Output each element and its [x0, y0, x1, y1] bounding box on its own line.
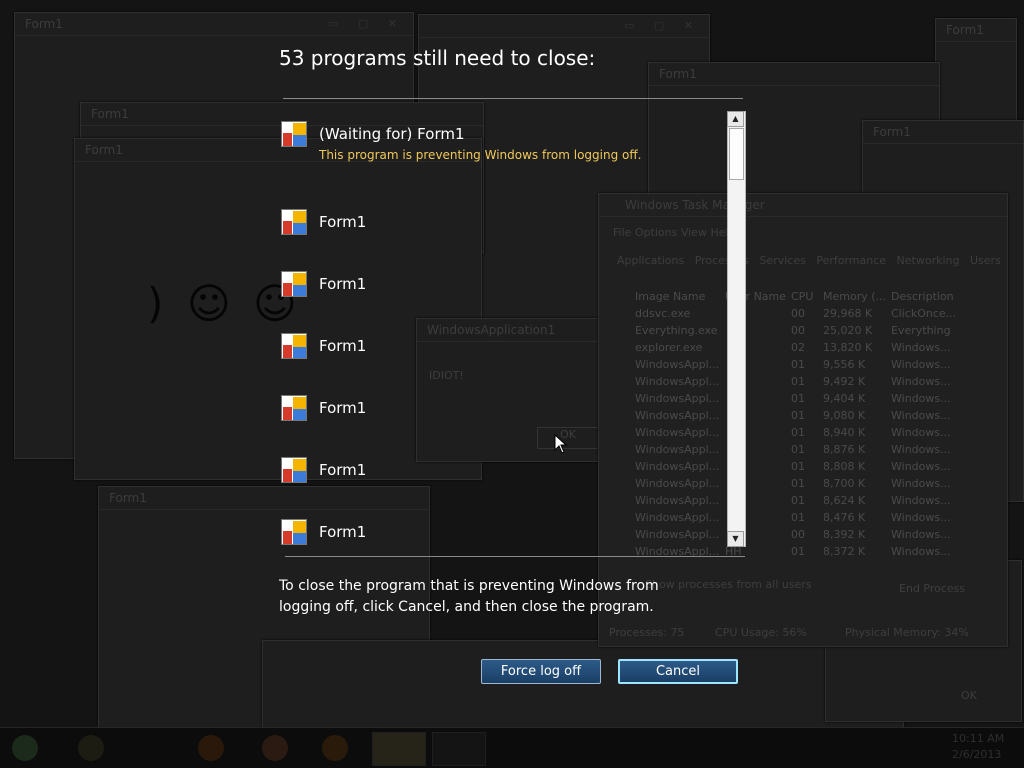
- mouse-cursor-icon: [554, 434, 568, 454]
- program-list-item[interactable]: Form1: [279, 457, 367, 485]
- taskbar-app-button: [432, 732, 486, 766]
- bottom-divider: [285, 556, 745, 557]
- program-list-scrollbar[interactable]: ▲ ▼: [727, 111, 746, 547]
- application-window-icon: [279, 119, 309, 149]
- clock-time: 10:11 AM: [952, 732, 1005, 745]
- program-list-item[interactable]: Form1: [279, 271, 367, 299]
- program-name: Form1: [319, 337, 367, 355]
- program-list-item[interactable]: (Waiting for) Form1 This program is preve…: [279, 121, 642, 162]
- program-list-item[interactable]: Form1: [279, 209, 367, 237]
- status-cpu: CPU Usage: 56%: [715, 626, 807, 639]
- scroll-down-button[interactable]: ▼: [727, 531, 744, 547]
- clock-date: 2/6/2013: [952, 748, 1002, 761]
- program-list-item[interactable]: Form1: [279, 333, 367, 361]
- application-window-icon: [279, 331, 309, 361]
- program-status-text: This program is preventing Windows from …: [319, 148, 642, 162]
- smiley-icon: ☺: [187, 279, 231, 328]
- taskbar: 10:11 AM 2/6/2013: [0, 727, 1024, 768]
- program-name: (Waiting for) Form1: [319, 125, 465, 143]
- top-divider: [283, 98, 743, 99]
- status-memory: Physical Memory: 34%: [845, 626, 969, 639]
- application-window-icon: [279, 207, 309, 237]
- chrome-icon: [262, 735, 288, 761]
- background-window: [262, 640, 904, 732]
- explorer-icon: [78, 735, 104, 761]
- smiley-icon: ): [147, 279, 164, 328]
- status-processes: Processes: 75: [609, 626, 685, 639]
- taskbar-app-button: [372, 732, 426, 766]
- scroll-thumb[interactable]: [729, 128, 744, 180]
- explanation-text: To close the program that is preventing …: [279, 578, 659, 615]
- application-window-icon: [279, 393, 309, 423]
- programs-remaining-heading: 53 programs still need to close:: [279, 46, 596, 70]
- program-name: Form1: [319, 213, 367, 231]
- firefox-icon: [322, 735, 348, 761]
- program-name: Form1: [319, 399, 367, 417]
- start-button-icon: [12, 735, 38, 761]
- scroll-up-button[interactable]: ▲: [727, 111, 744, 127]
- program-list-item[interactable]: Form1: [279, 395, 367, 423]
- program-list[interactable]: (Waiting for) Form1 This program is preve…: [279, 110, 725, 546]
- application-window-icon: [279, 269, 309, 299]
- program-name: Form1: [319, 461, 367, 479]
- background-ok-button: OK: [961, 689, 977, 702]
- program-name: Form1: [319, 275, 367, 293]
- program-list-item[interactable]: Form1: [279, 519, 367, 546]
- application-window-icon: [279, 517, 309, 546]
- cancel-button[interactable]: Cancel: [618, 659, 738, 684]
- end-process-button: End Process: [899, 582, 966, 595]
- program-name: Form1: [319, 523, 367, 541]
- application-window-icon: [279, 455, 309, 485]
- force-log-off-button[interactable]: Force log off: [481, 659, 601, 684]
- media-player-icon: [198, 735, 224, 761]
- process-row: WindowsAppl... HH 01 8,372 K Windows...: [635, 545, 951, 558]
